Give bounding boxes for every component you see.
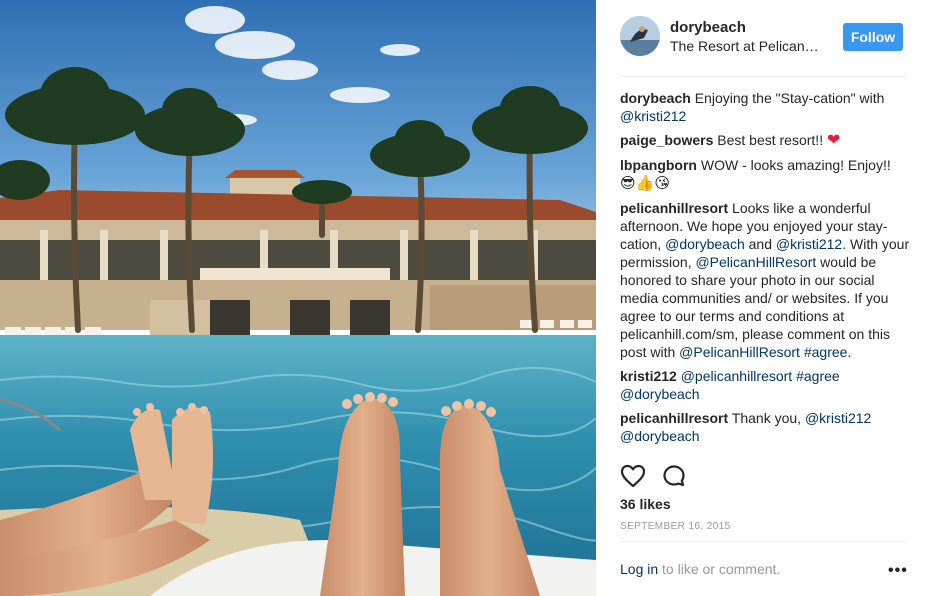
- action-bar: [620, 464, 686, 488]
- post-location[interactable]: The Resort at Pelican…: [670, 38, 830, 54]
- divider: [620, 76, 906, 77]
- mention-link[interactable]: #agree: [796, 368, 840, 384]
- mention-link[interactable]: @PelicanHillResort: [679, 344, 800, 360]
- post-header: dorybeach The Resort at Pelican… Follow: [596, 0, 930, 76]
- avatar[interactable]: [620, 16, 660, 56]
- comment-username[interactable]: pelicanhillresort: [620, 410, 728, 426]
- more-options-icon[interactable]: •••: [888, 562, 908, 580]
- comment-username[interactable]: kristi212: [620, 368, 677, 384]
- comment-text: WOW - looks amazing! Enjoy!!: [700, 157, 891, 173]
- speech-bubble-icon[interactable]: [662, 464, 686, 488]
- mention-link[interactable]: @PelicanHillResort: [695, 254, 816, 270]
- comment-username[interactable]: paige_bowers: [620, 132, 713, 148]
- comment-text: Enjoying the "Stay-cation" with: [694, 90, 885, 106]
- mention-link[interactable]: @kristi212: [805, 410, 871, 426]
- post-details-panel: dorybeach The Resort at Pelican… Follow …: [596, 0, 930, 596]
- comment-item: kristi212 @pelicanhillresort #agree @dor…: [620, 367, 910, 403]
- resort-pool-photo: [0, 0, 596, 596]
- mention-link[interactable]: @kristi212: [776, 236, 842, 252]
- mention-link[interactable]: #agree: [804, 344, 848, 360]
- comment-item: dorybeach Enjoying the "Stay-cation" wit…: [620, 89, 910, 125]
- post-author-username[interactable]: dorybeach: [670, 19, 746, 36]
- comment-username[interactable]: dorybeach: [620, 90, 691, 106]
- post-date[interactable]: SEPTEMBER 16, 2015: [620, 521, 731, 532]
- login-prompt-text: to like or comment.: [658, 561, 781, 577]
- login-prompt: Log in to like or comment.: [620, 561, 780, 577]
- mention-link[interactable]: @kristi212: [620, 108, 686, 124]
- mention-link[interactable]: @dorybeach: [620, 386, 700, 402]
- mention-link[interactable]: @pelicanhillresort: [681, 368, 792, 384]
- comment-text: .: [847, 344, 852, 360]
- heart-outline-icon[interactable]: [620, 464, 646, 488]
- likes-count[interactable]: 36 likes: [620, 496, 671, 512]
- comment-username[interactable]: lbpangborn: [620, 157, 697, 173]
- comment-item: pelicanhillresort Looks like a wonderful…: [620, 199, 910, 361]
- login-link[interactable]: Log in: [620, 561, 658, 577]
- instagram-post: dorybeach The Resort at Pelican… Follow …: [0, 0, 930, 596]
- follow-button[interactable]: Follow: [843, 23, 903, 51]
- mention-link[interactable]: @dorybeach: [620, 428, 700, 444]
- mention-link[interactable]: @dorybeach: [665, 236, 745, 252]
- comment-text: Thank you,: [731, 410, 805, 426]
- comment-username[interactable]: pelicanhillresort: [620, 200, 728, 216]
- comment-item: pelicanhillresort Thank you, @kristi212 …: [620, 409, 910, 445]
- avatar-image: [620, 16, 660, 56]
- emoji-text: 😎👍😘: [620, 175, 670, 192]
- comment-text: Best best resort!!: [717, 132, 827, 148]
- post-photo[interactable]: [0, 0, 596, 596]
- divider: [620, 541, 906, 542]
- comment-item: lbpangborn WOW - looks amazing! Enjoy!! …: [620, 156, 910, 193]
- heart-emoji: ❤: [826, 132, 841, 149]
- comments-list[interactable]: dorybeach Enjoying the "Stay-cation" wit…: [620, 89, 910, 451]
- comment-text: and: [744, 236, 776, 252]
- comment-item: paige_bowers Best best resort!! ❤: [620, 131, 910, 150]
